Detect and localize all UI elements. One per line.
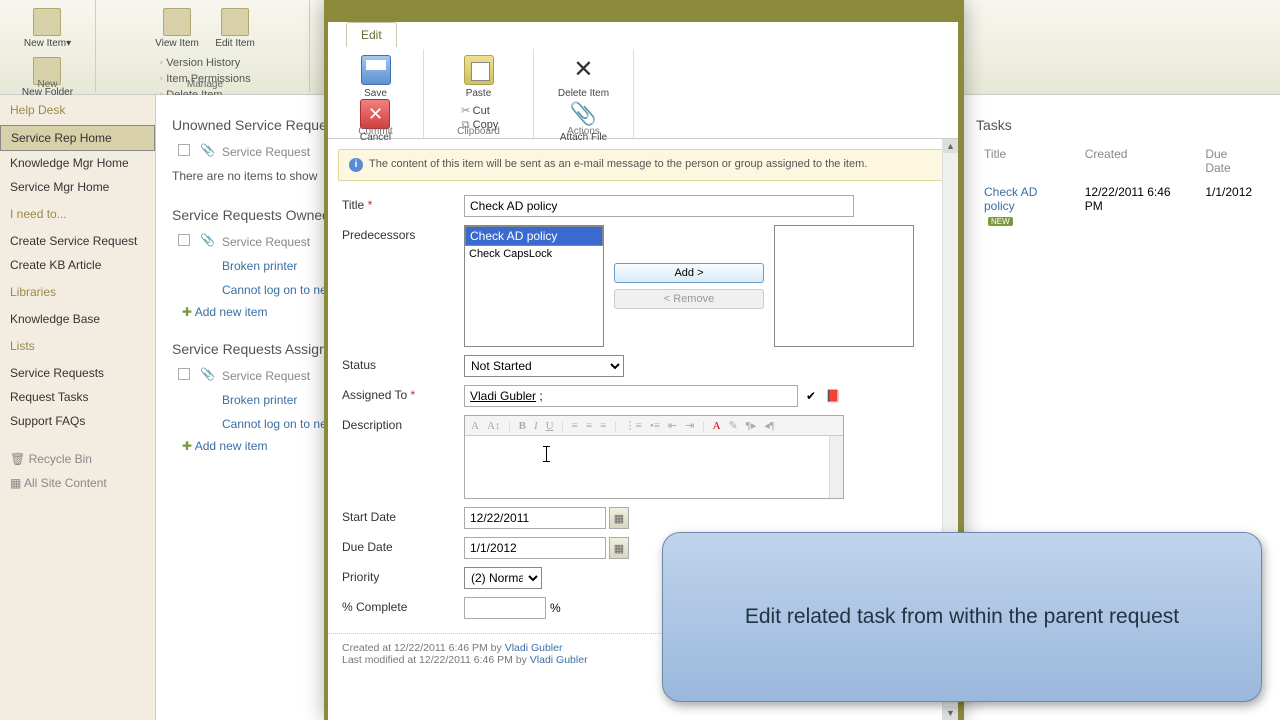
paste-button[interactable]: Paste (458, 55, 500, 99)
info-message: iThe content of this item will be sent a… (338, 149, 948, 181)
delete-item-button[interactable]: ✕Delete Item (552, 55, 615, 99)
pct-complete-label: % Complete (342, 597, 464, 614)
align-center-icon[interactable]: ≡ (584, 420, 594, 432)
font-color-icon[interactable]: A (711, 420, 723, 432)
nav-recycle-bin[interactable]: 🗑 Recycle Bin (0, 447, 155, 471)
outdent-icon[interactable]: ⇤ (666, 419, 679, 432)
checkbox-icon[interactable] (178, 144, 190, 156)
nav-service-requests[interactable]: Service Requests (0, 361, 155, 385)
description-label: Description (342, 415, 464, 432)
calendar-icon[interactable]: ▦ (609, 507, 629, 529)
rich-text-toolbar: A A↕ | B I U | ≡ ≡ ≡ | ⋮≡ •≡ (465, 416, 843, 436)
checkbox-icon[interactable] (178, 368, 190, 380)
version-history-button[interactable]: Version History (155, 55, 254, 71)
attachment-icon: 📎 (200, 233, 215, 247)
rtl-icon[interactable]: ◂¶ (762, 419, 777, 432)
cut-button[interactable]: ✂Cut (455, 103, 503, 118)
description-editor[interactable]: A A↕ | B I U | ≡ ≡ ≡ | ⋮≡ •≡ (464, 415, 844, 499)
new-item-button[interactable]: New Item▾ (18, 4, 77, 53)
start-date-label: Start Date (342, 507, 464, 524)
italic-icon[interactable]: I (532, 420, 540, 432)
task-row[interactable]: Check AD policyNEW 12/22/2011 6:46 PM 1/… (978, 181, 1262, 231)
description-scrollbar[interactable] (829, 436, 843, 498)
browse-people-icon[interactable]: 📕 (824, 387, 842, 405)
check-names-icon[interactable]: ✔ (802, 387, 820, 405)
save-button[interactable]: Save (355, 55, 397, 99)
priority-label: Priority (342, 567, 464, 584)
text-cursor-icon (543, 446, 550, 462)
bullet-list-icon[interactable]: •≡ (648, 420, 662, 432)
nav-service-rep-home[interactable]: Service Rep Home (0, 125, 155, 151)
nav-request-tasks[interactable]: Request Tasks (0, 385, 155, 409)
tooltip-callout: Edit related task from within the parent… (662, 532, 1262, 702)
edit-item-button[interactable]: Edit Item (209, 4, 260, 53)
ribbon-group-actions-label: Actions (534, 126, 633, 137)
ribbon-group-new-label: New (0, 79, 95, 90)
bold-icon[interactable]: B (517, 420, 528, 432)
indent-icon[interactable]: ⇥ (683, 419, 696, 432)
dialog-ribbon: Save ✕Cancel Commit Paste ✂Cut ⧉Copy Cli… (328, 49, 958, 139)
status-label: Status (342, 355, 464, 372)
nav-service-mgr-home[interactable]: Service Mgr Home (0, 175, 155, 199)
assigned-to-label: Assigned To * (342, 385, 464, 402)
modified-by-link[interactable]: Vladi Gubler (530, 654, 588, 666)
predecessors-available-list[interactable]: Check AD policy Check CapsLock (464, 225, 604, 347)
nav-all-site-content[interactable]: ▦ All Site Content (0, 471, 155, 495)
predecessor-option[interactable]: Check AD policy (465, 226, 603, 246)
title-input[interactable] (464, 195, 854, 217)
nav-create-kb-article[interactable]: Create KB Article (0, 253, 155, 277)
nav-knowledge-mgr-home[interactable]: Knowledge Mgr Home (0, 151, 155, 175)
nav-support-faqs[interactable]: Support FAQs (0, 409, 155, 433)
scroll-up-icon[interactable]: ▲ (943, 139, 958, 153)
nav-knowledge-base[interactable]: Knowledge Base (0, 307, 155, 331)
pct-suffix: % (550, 601, 561, 615)
predecessors-label: Predecessors (342, 225, 464, 242)
predecessors-add-button[interactable]: Add > (614, 263, 764, 283)
created-by-link[interactable]: Vladi Gubler (505, 642, 563, 654)
dialog-titlebar (328, 0, 958, 22)
align-left-icon[interactable]: ≡ (570, 420, 580, 432)
nav-create-service-request[interactable]: Create Service Request (0, 229, 155, 253)
priority-select[interactable]: (2) Normal (464, 567, 542, 589)
view-item-button[interactable]: View Item (149, 4, 205, 53)
attachment-icon: 📎 (200, 367, 215, 381)
predecessors-selected-list[interactable] (774, 225, 914, 347)
pct-complete-input[interactable] (464, 597, 546, 619)
underline-icon[interactable]: U (544, 420, 556, 432)
tab-edit[interactable]: Edit (346, 22, 397, 47)
start-date-input[interactable] (464, 507, 606, 529)
predecessor-option[interactable]: Check CapsLock (465, 246, 603, 262)
ribbon-group-clipboard-label: Clipboard (424, 126, 533, 137)
font-family-icon[interactable]: A (469, 420, 481, 432)
ribbon-group-commit-label: Commit (328, 126, 423, 137)
nav-header-libraries: Libraries (0, 277, 155, 307)
highlight-icon[interactable]: ✎ (727, 419, 740, 432)
description-textarea[interactable] (465, 436, 843, 498)
scroll-down-icon[interactable]: ▼ (943, 706, 958, 720)
tasks-heading: Tasks (976, 117, 1264, 133)
calendar-icon[interactable]: ▦ (609, 537, 629, 559)
info-icon: i (349, 158, 363, 172)
assigned-to-input[interactable]: Vladi Gubler ; (464, 385, 798, 407)
numbered-list-icon[interactable]: ⋮≡ (623, 419, 644, 432)
attachment-icon: 📎 (200, 143, 215, 157)
due-date-input[interactable] (464, 537, 606, 559)
predecessors-remove-button[interactable]: < Remove (614, 289, 764, 309)
title-label: Title * (342, 195, 464, 212)
nav-header-lists: Lists (0, 331, 155, 361)
checkbox-icon[interactable] (178, 234, 190, 246)
nav-header-needto: I need to... (0, 199, 155, 229)
ribbon-group-manage-label: Manage (100, 79, 309, 90)
align-right-icon[interactable]: ≡ (598, 420, 608, 432)
due-date-label: Due Date (342, 537, 464, 554)
new-badge: NEW (988, 217, 1013, 226)
font-size-icon[interactable]: A↕ (485, 420, 502, 432)
tasks-columns: Title Created Due Date (978, 143, 1262, 179)
ltr-icon[interactable]: ¶▸ (744, 419, 759, 432)
left-navigation: Help Desk Service Rep Home Knowledge Mgr… (0, 95, 156, 720)
nav-header-helpdesk: Help Desk (0, 95, 155, 125)
status-select[interactable]: Not Started (464, 355, 624, 377)
